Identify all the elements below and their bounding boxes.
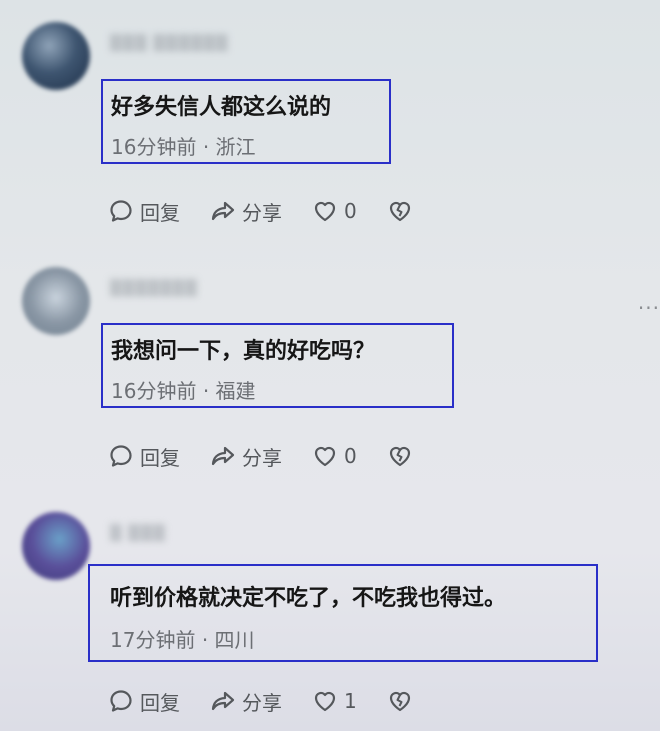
reply-button[interactable]: 回复 bbox=[108, 197, 180, 226]
avatar[interactable] bbox=[22, 22, 90, 90]
action-bar: 回复 分享 0 bbox=[108, 195, 443, 227]
heart-outline-icon bbox=[314, 446, 336, 467]
like-count: 0 bbox=[344, 199, 357, 223]
comment-highlight-box: 我想问一下，真的好吃吗？ 16分钟前 · 福建 bbox=[101, 323, 454, 408]
share-button[interactable]: 分享 bbox=[210, 197, 282, 226]
reply-button[interactable]: 回复 bbox=[108, 442, 180, 471]
heart-outline-icon bbox=[314, 691, 336, 712]
meta-separator: · bbox=[202, 135, 216, 159]
comment-item: ▒ ▒▒▒ 听到价格就决定不吃了，不吃我也得过。 17分钟前 · 四川 回复 分… bbox=[0, 490, 660, 731]
comment-time: 16分钟前 bbox=[111, 135, 197, 159]
avatar[interactable] bbox=[22, 267, 90, 335]
comment-bubble-icon bbox=[110, 445, 132, 467]
reply-label: 回复 bbox=[140, 200, 180, 225]
username[interactable]: ▒▒▒ ▒▒▒▒▒▒ bbox=[110, 34, 229, 54]
dislike-button[interactable] bbox=[387, 198, 413, 224]
share-label: 分享 bbox=[242, 445, 282, 470]
comment-item: ▒▒▒▒▒▒▒ 我想问一下，真的好吃吗？ 16分钟前 · 福建 回复 分享 0 bbox=[0, 245, 660, 490]
like-button[interactable]: 0 bbox=[312, 198, 357, 224]
share-arrow-icon bbox=[211, 691, 235, 711]
comment-item: ▒▒▒ ▒▒▒▒▒▒ 好多失信人都这么说的 16分钟前 · 浙江 回复 分享 0 bbox=[0, 0, 660, 245]
comment-location: 四川 bbox=[214, 628, 255, 652]
avatar[interactable] bbox=[22, 512, 90, 580]
like-button[interactable]: 0 bbox=[312, 443, 357, 469]
comment-meta: 17分钟前 · 四川 bbox=[110, 624, 255, 653]
comment-time: 16分钟前 bbox=[111, 379, 197, 403]
share-label: 分享 bbox=[242, 690, 282, 715]
meta-separator: · bbox=[202, 379, 216, 403]
dislike-button[interactable] bbox=[387, 688, 413, 714]
share-arrow-icon bbox=[211, 201, 235, 221]
share-arrow-icon bbox=[211, 446, 235, 466]
comment-text: 我想问一下，真的好吃吗？ bbox=[111, 339, 376, 364]
broken-heart-icon bbox=[389, 201, 410, 222]
like-button[interactable]: 1 bbox=[312, 688, 357, 714]
comment-meta: 16分钟前 · 浙江 bbox=[111, 131, 256, 160]
comment-location: 浙江 bbox=[215, 135, 256, 159]
reply-button[interactable]: 回复 bbox=[108, 687, 180, 716]
like-count: 1 bbox=[344, 689, 357, 713]
comment-time: 17分钟前 bbox=[110, 628, 196, 652]
comment-bubble-icon bbox=[110, 690, 132, 712]
comment-bubble-icon bbox=[110, 200, 132, 222]
broken-heart-icon bbox=[389, 691, 410, 712]
reply-label: 回复 bbox=[140, 690, 180, 715]
comment-highlight-box: 听到价格就决定不吃了，不吃我也得过。 17分钟前 · 四川 bbox=[88, 564, 598, 662]
action-bar: 回复 分享 0 bbox=[108, 440, 443, 472]
meta-separator: · bbox=[201, 628, 215, 652]
comment-text: 听到价格就决定不吃了，不吃我也得过。 bbox=[110, 586, 507, 611]
share-label: 分享 bbox=[242, 200, 282, 225]
dislike-button[interactable] bbox=[387, 443, 413, 469]
broken-heart-icon bbox=[389, 446, 410, 467]
share-button[interactable]: 分享 bbox=[210, 687, 282, 716]
like-count: 0 bbox=[344, 444, 357, 468]
heart-outline-icon bbox=[314, 201, 336, 222]
comment-meta: 16分钟前 · 福建 bbox=[111, 375, 256, 404]
share-button[interactable]: 分享 bbox=[210, 442, 282, 471]
comment-highlight-box: 好多失信人都这么说的 16分钟前 · 浙江 bbox=[101, 79, 391, 164]
more-options-button[interactable]: ··· bbox=[638, 296, 660, 320]
comment-text: 好多失信人都这么说的 bbox=[111, 95, 332, 120]
username[interactable]: ▒ ▒▒▒ bbox=[110, 524, 166, 544]
comment-location: 福建 bbox=[215, 379, 256, 403]
action-bar: 回复 分享 1 bbox=[108, 685, 443, 717]
reply-label: 回复 bbox=[140, 445, 180, 470]
username[interactable]: ▒▒▒▒▒▒▒ bbox=[110, 279, 198, 299]
